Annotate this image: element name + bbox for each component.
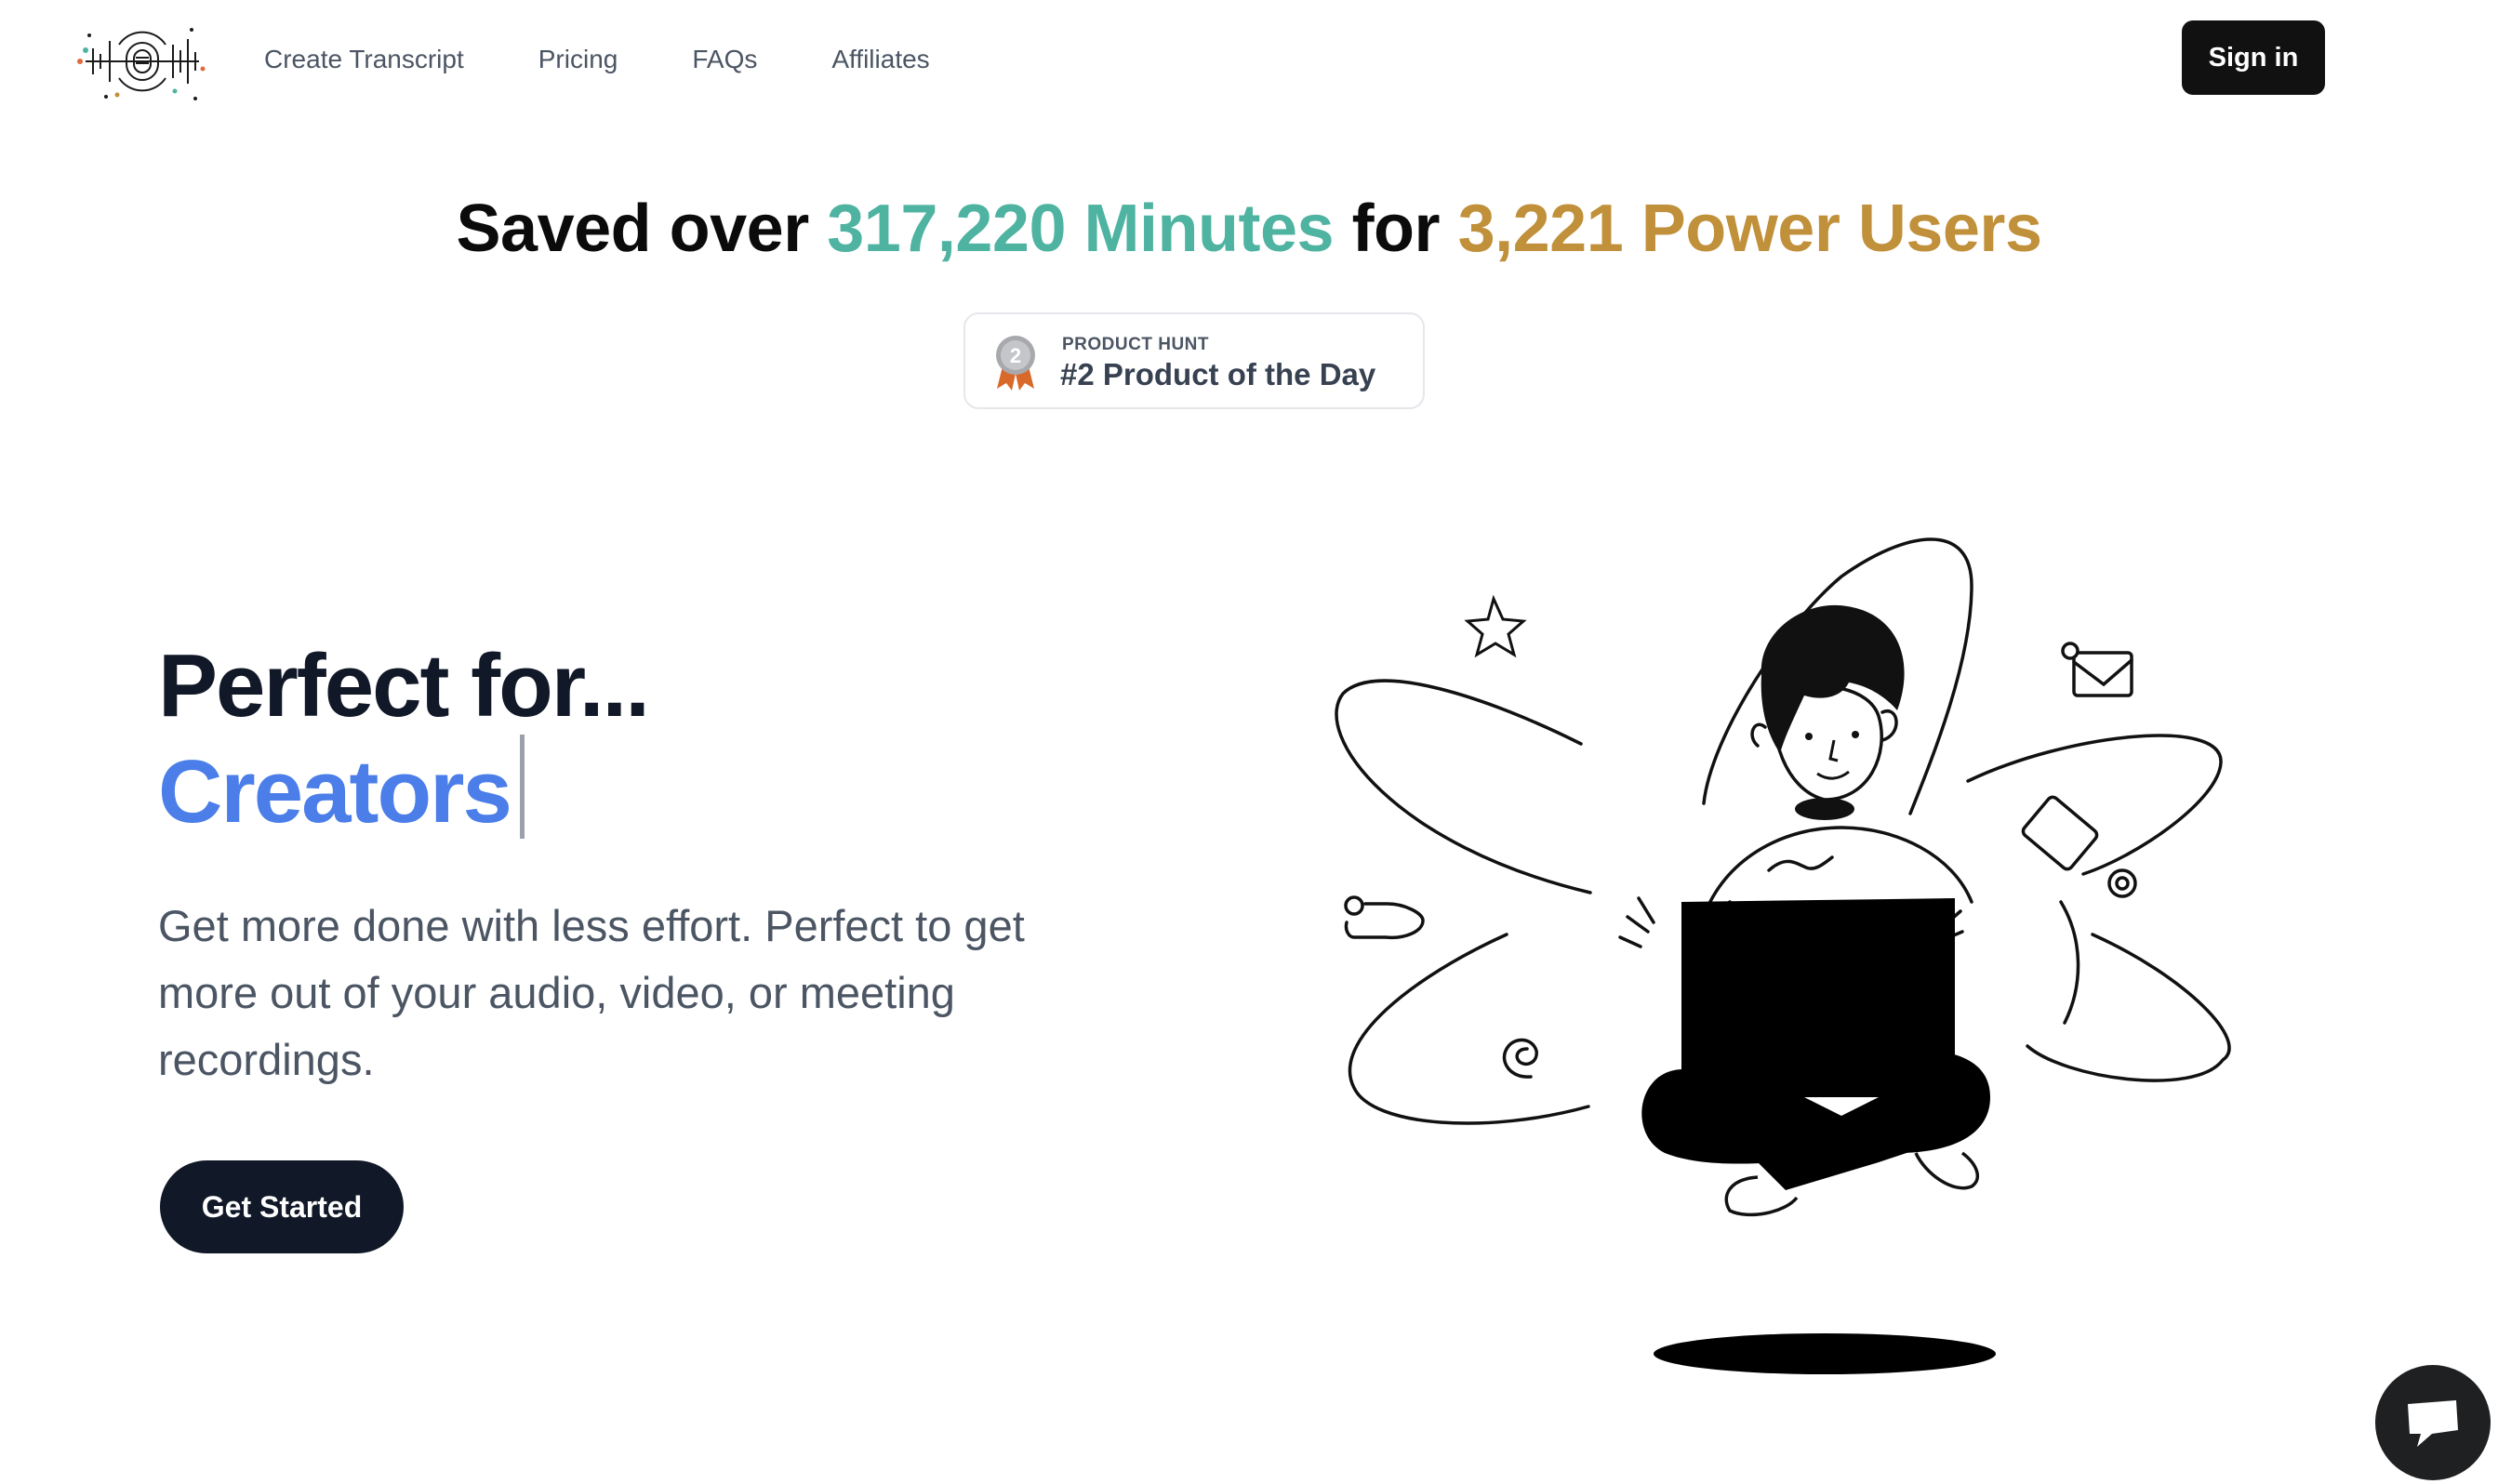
hero-rotating-word: Creators: [158, 735, 525, 839]
stats-minutes-label: Minutes: [1083, 192, 1335, 266]
sign-in-button[interactable]: Sign in: [2182, 20, 2325, 95]
nav-faqs[interactable]: FAQs: [692, 41, 757, 78]
stats-users-value: 3,221: [1457, 192, 1624, 266]
nav-affiliates[interactable]: Affiliates: [831, 41, 929, 78]
stats-middle: for: [1351, 192, 1441, 266]
logo-icon[interactable]: [73, 17, 212, 106]
product-hunt-title: #2 Product of the Day: [1060, 357, 1376, 391]
site-header: Create Transcript Pricing FAQs Affiliate…: [0, 0, 2498, 117]
stats-users-label: Power Users: [1641, 192, 2042, 266]
stats-minutes-value: 317,220: [827, 192, 1067, 266]
chat-icon: [2408, 1400, 2458, 1447]
medal-icon: 2: [996, 336, 1035, 391]
hero-title: Perfect for...: [158, 636, 650, 735]
chat-widget-button[interactable]: [2375, 1365, 2491, 1480]
typing-caret: [519, 735, 525, 839]
stats-headline: Saved over 317,220 Minutes for 3,221 Pow…: [0, 182, 2498, 275]
product-hunt-eyebrow: PRODUCT HUNT: [1062, 335, 1209, 354]
nav-pricing[interactable]: Pricing: [538, 41, 618, 78]
nav-create-transcript[interactable]: Create Transcript: [264, 41, 464, 78]
medal-number: 2: [1010, 344, 1021, 367]
product-hunt-badge[interactable]: 2 PRODUCT HUNT #2 Product of the Day: [963, 312, 1425, 409]
person-with-laptop-illustration: [1335, 537, 2231, 1374]
hero-rotating-word-text: Creators: [158, 742, 512, 841]
get-started-button[interactable]: Get Started: [160, 1160, 404, 1253]
main-nav: Create Transcript Pricing FAQs Affiliate…: [264, 41, 930, 78]
hero-description: Get more done with less effort. Perfect …: [158, 901, 1025, 1084]
stats-prefix: Saved over: [456, 192, 810, 266]
